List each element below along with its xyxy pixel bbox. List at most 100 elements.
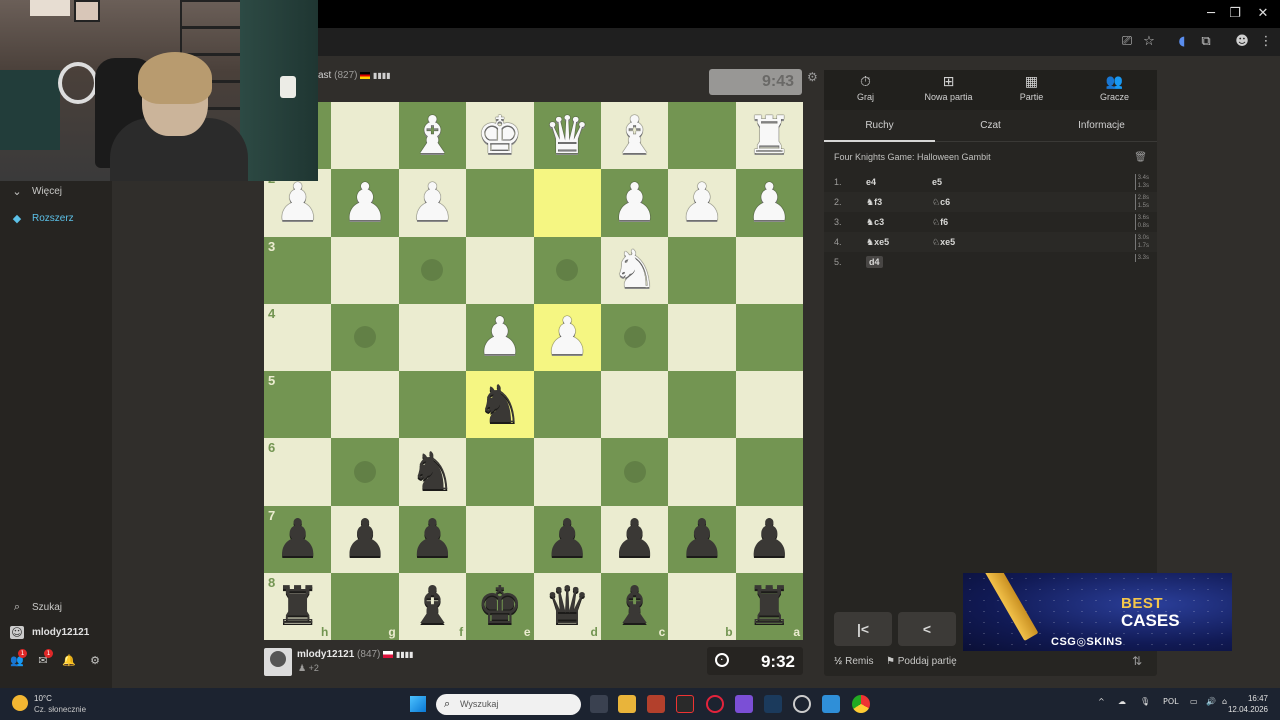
board-square[interactable] [600, 303, 669, 371]
board-square[interactable] [600, 371, 669, 439]
legal-move-dot[interactable] [354, 326, 377, 349]
black-pawn-icon[interactable]: ♟ [736, 506, 803, 573]
profile-avatar-icon[interactable]: ☻ [1232, 33, 1252, 51]
board-square[interactable]: ♟ [533, 303, 601, 371]
taskbar-search[interactable]: ⌕ Wyszukaj [436, 694, 581, 715]
messages-icon[interactable]: ✉ 1 [36, 649, 53, 667]
board-square[interactable]: f ♝ [398, 572, 467, 640]
white-bishop-icon[interactable]: ♝ [399, 102, 466, 169]
black-move[interactable]: ♘xe5 [932, 237, 955, 248]
white-king-icon[interactable]: ♚ [466, 102, 533, 169]
black-knight-icon[interactable]: ♞ [399, 438, 466, 505]
board-square[interactable]: ♟ [331, 169, 399, 237]
board-square[interactable] [331, 236, 399, 304]
board-square[interactable] [533, 371, 601, 439]
board-square[interactable] [533, 236, 601, 304]
white-pawn-icon[interactable]: ♟ [668, 169, 735, 236]
flip-board-icon[interactable]: ⇅ [1132, 654, 1142, 668]
black-rook-icon[interactable]: ♜ [264, 573, 331, 640]
legal-move-dot[interactable] [556, 259, 579, 282]
black-move[interactable]: ♘f6 [932, 217, 948, 228]
board-square[interactable]: ♟ [466, 303, 534, 371]
opponent-name[interactable]: ast (827) ▮▮▮▮ [318, 70, 391, 81]
white-move[interactable]: ♞f3 [866, 197, 882, 208]
board-square[interactable]: c ♝ [600, 572, 669, 640]
black-pawn-icon[interactable]: ♟ [399, 506, 466, 573]
extension-audio-icon[interactable]: ◖ [1172, 33, 1192, 51]
board-square[interactable] [466, 438, 534, 506]
black-queen-icon[interactable]: ♛ [534, 573, 601, 640]
board-square[interactable]: ♜ [735, 102, 803, 170]
board-square[interactable] [668, 236, 736, 304]
board-square[interactable]: ♟ [398, 505, 467, 573]
tab-chat[interactable]: Czat [935, 120, 1046, 131]
board-square[interactable] [331, 438, 399, 506]
task-view-icon[interactable] [590, 695, 608, 713]
bell-icon[interactable]: 🔔 [62, 654, 76, 667]
player-avatar[interactable] [264, 648, 292, 676]
display-icon[interactable]: ▭ [1190, 697, 1198, 706]
board-square[interactable]: ♟ [600, 505, 669, 573]
board-square[interactable] [331, 371, 399, 439]
tab-moves[interactable]: Ruchy [824, 120, 935, 131]
black-pawn-icon[interactable]: ♟ [534, 506, 601, 573]
volume-icon[interactable]: 🔊 [1206, 697, 1216, 706]
board-square[interactable] [398, 303, 467, 371]
white-bishop-icon[interactable]: ♝ [601, 102, 668, 169]
tab-info[interactable]: Informacje [1046, 120, 1157, 131]
tray-app-icon[interactable]: ☁ [1118, 697, 1126, 706]
tab-partie[interactable]: ▦ Partie [990, 74, 1073, 102]
chrome-icon[interactable] [852, 695, 870, 713]
white-move[interactable]: d4 [866, 256, 883, 268]
white-pawn-icon[interactable]: ♟ [466, 304, 533, 371]
board-square[interactable]: 4 [264, 303, 332, 371]
white-move[interactable]: ♞c3 [866, 217, 884, 228]
file-explorer-icon[interactable] [618, 695, 636, 713]
board-square[interactable] [668, 438, 736, 506]
board-settings-gear-icon[interactable]: ⚙ [807, 70, 818, 84]
extensions-puzzle-icon[interactable]: ⧉ [1196, 33, 1216, 51]
chessboard[interactable]: 1♝♚♛♝♜2♟♟♟♟♟♟3♞4♟♟5♞6♞7♟♟♟♟♟♟♟8h♜gf♝e♚d♛… [264, 102, 803, 640]
board-square[interactable]: 8 h ♜ [264, 572, 332, 640]
white-knight-icon[interactable]: ♞ [601, 237, 668, 304]
board-square[interactable]: ♟ [398, 169, 467, 237]
black-pawn-icon[interactable]: ♟ [601, 506, 668, 573]
taskbar-clock[interactable]: 16:47 [1248, 694, 1268, 703]
tray-chevron-up-icon[interactable]: ^ [1098, 697, 1105, 706]
board-square[interactable] [533, 169, 601, 237]
sidebar-item-search[interactable]: ⌕ Szukaj [10, 600, 62, 614]
sidebar-item-more[interactable]: ⌄ Więcej [10, 185, 62, 198]
black-bishop-icon[interactable]: ♝ [399, 573, 466, 640]
board-square[interactable] [533, 438, 601, 506]
sidebar-item-premium[interactable]: ◆ Rozszerz [10, 212, 74, 225]
white-pawn-icon[interactable]: ♟ [399, 169, 466, 236]
white-pawn-icon[interactable]: ♟ [736, 169, 803, 236]
app-icon[interactable] [676, 695, 694, 713]
taskbar-date[interactable]: 12.04.2026 [1228, 705, 1268, 714]
board-square[interactable]: ♟ [735, 505, 803, 573]
first-move-button[interactable]: |< [834, 612, 892, 646]
resign-button[interactable]: ⚑ Poddaj partię [886, 656, 957, 667]
board-square[interactable] [668, 102, 736, 170]
black-bishop-icon[interactable]: ♝ [601, 573, 668, 640]
board-square[interactable]: ♞ [398, 438, 467, 506]
black-move[interactable]: e5 [932, 177, 942, 187]
microphone-icon[interactable]: 🎙 [1140, 697, 1150, 706]
offer-draw-button[interactable]: ½ Remis [834, 656, 873, 667]
board-square[interactable] [398, 236, 467, 304]
app-purple-icon[interactable] [735, 695, 753, 713]
board-square[interactable]: ♛ [533, 102, 601, 170]
board-square[interactable] [466, 236, 534, 304]
sidebar-item-profile[interactable]: ☺ mlody12121 [10, 626, 89, 639]
board-square[interactable]: ♟ [735, 169, 803, 237]
board-square[interactable] [600, 438, 669, 506]
language-indicator[interactable]: POL [1163, 697, 1179, 706]
black-pawn-icon[interactable]: ♟ [668, 506, 735, 573]
photos-icon[interactable] [822, 695, 840, 713]
white-rook-icon[interactable]: ♜ [736, 102, 803, 169]
friends-icon[interactable]: 👥 1 [10, 649, 27, 667]
black-rook-icon[interactable]: ♜ [736, 573, 803, 640]
legal-move-dot[interactable] [623, 326, 646, 349]
close-icon[interactable]: ✕ [1248, 4, 1278, 24]
black-move[interactable]: ♘c6 [932, 197, 950, 208]
